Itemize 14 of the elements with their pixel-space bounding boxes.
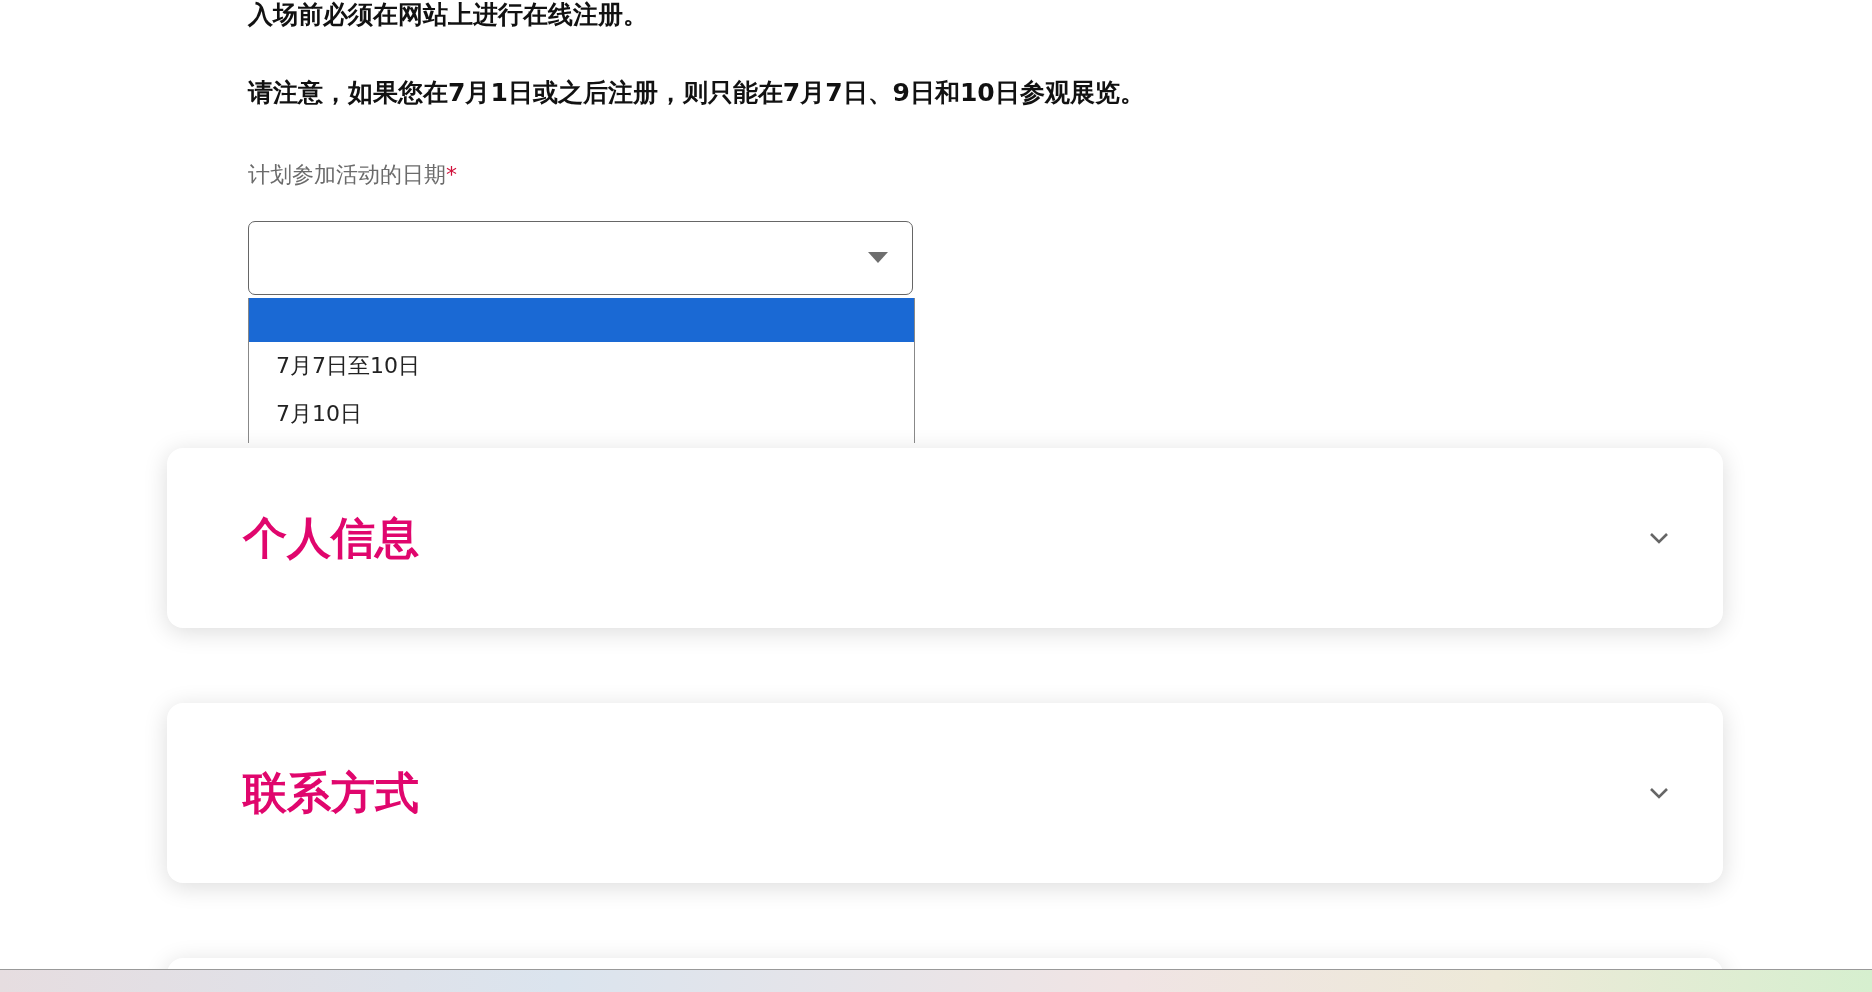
- chevron-icon: [1649, 787, 1669, 799]
- section-title: 个人信息: [243, 510, 419, 565]
- required-mark: *: [446, 162, 457, 187]
- section-title: 联系方式: [243, 765, 419, 820]
- section-card[interactable]: 个人信息: [167, 448, 1723, 628]
- date-select[interactable]: [248, 221, 913, 295]
- caret-icon: [868, 252, 888, 264]
- dropdown-option[interactable]: 7月10日: [249, 390, 914, 438]
- field-label: 计划参加活动的日期: [248, 162, 446, 187]
- chevron-icon: [1649, 532, 1669, 544]
- section-card[interactable]: 联系方式: [167, 703, 1723, 883]
- notice-text: 入场前必须在网站上进行在线注册。: [248, 0, 649, 30]
- dropdown-option[interactable]: 7月7日至10日: [249, 342, 914, 390]
- notice-text: 请注意，如果您在7月1日或之后注册，则只能在7月7日、9日和10日参观展览。: [248, 78, 1146, 108]
